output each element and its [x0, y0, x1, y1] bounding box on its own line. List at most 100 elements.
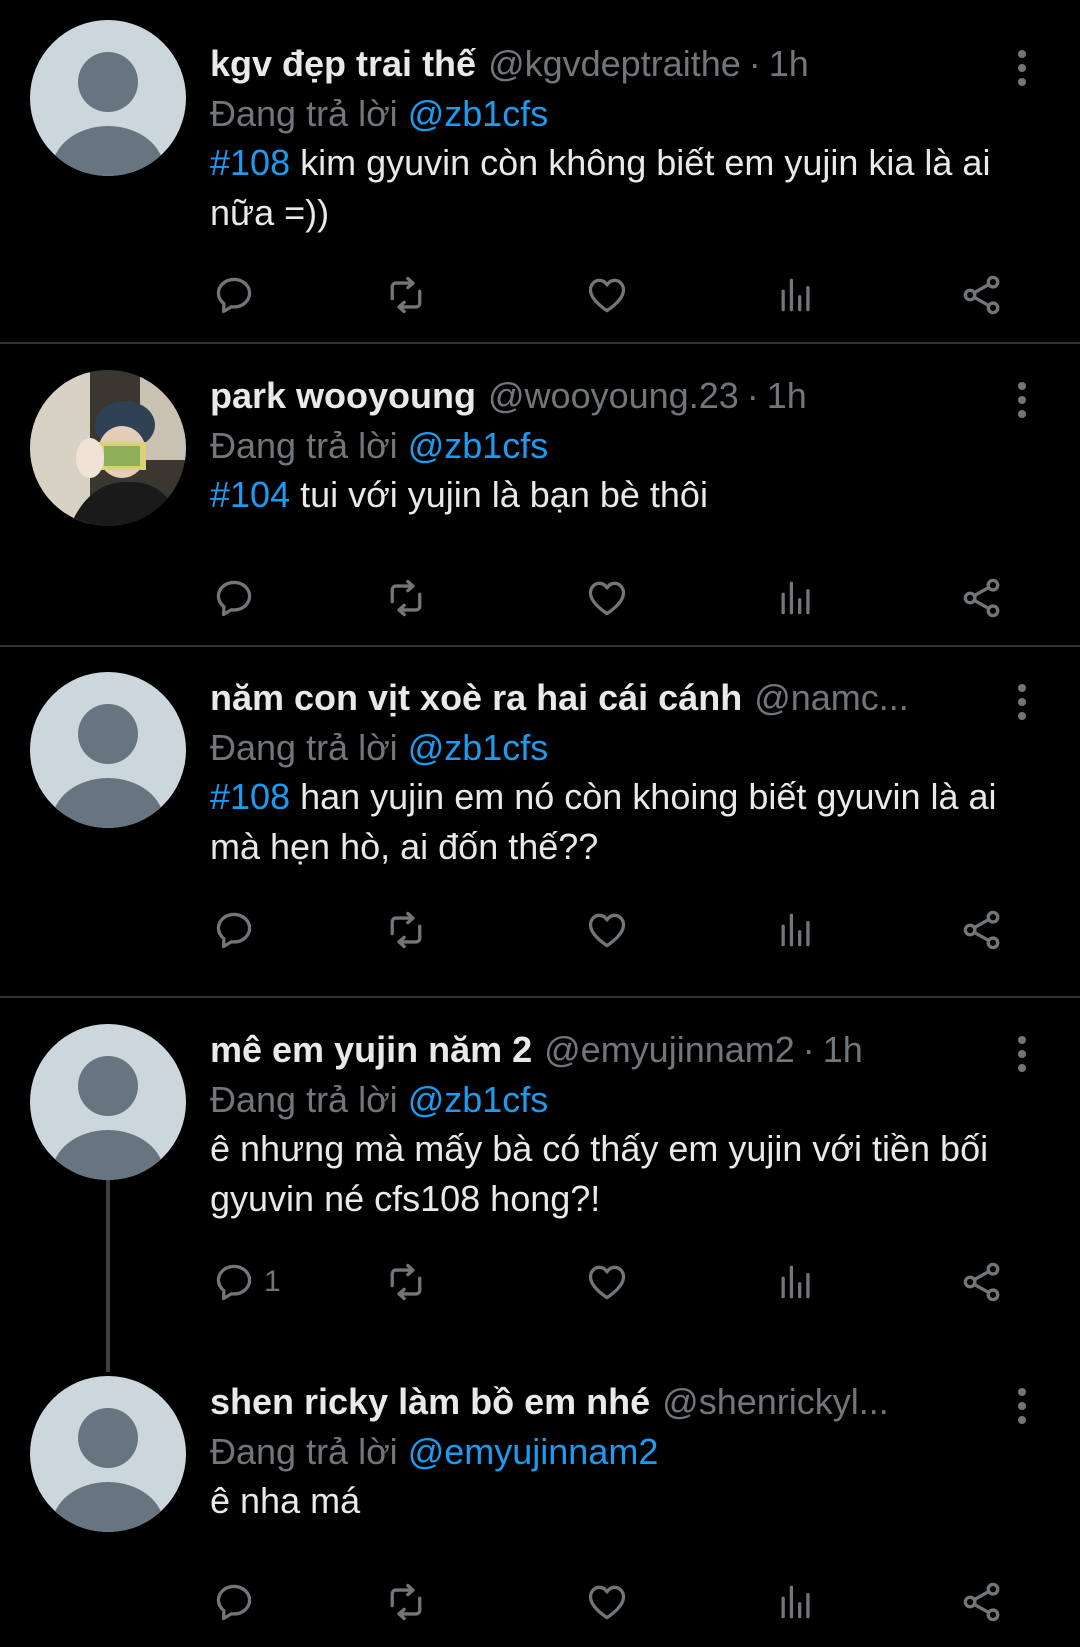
display-name[interactable]: kgv đẹp trai thế — [210, 43, 476, 85]
retweet-button[interactable] — [384, 265, 428, 325]
more-vertical-icon[interactable] — [1012, 380, 1032, 420]
replying-to: Đang trả lời @zb1cfs — [210, 720, 548, 776]
retweet-icon — [390, 911, 422, 949]
views-button[interactable] — [774, 900, 818, 960]
heart-icon — [588, 278, 626, 313]
tweet[interactable]: kgv đẹp trai thế @kgvdeptraithe · 1h Đan… — [0, 20, 1080, 340]
replying-to: Đang trả lời @zb1cfs — [210, 418, 548, 474]
replying-to-label: Đang trả lời — [210, 1431, 398, 1472]
hashtag-link[interactable]: #108 — [210, 142, 290, 183]
hashtag-link[interactable]: #108 — [210, 776, 290, 817]
tweet-header: shen ricky làm bồ em nhé @shenrickyl... — [210, 1374, 889, 1430]
views-icon — [781, 913, 810, 947]
share-button[interactable] — [960, 568, 1004, 628]
tweet[interactable]: năm con vịt xoè ra hai cái cánh @namc...… — [0, 672, 1080, 990]
tweet-actions — [0, 1572, 1080, 1632]
tweet-text: #108 kim gyuvin còn không biết em yujin … — [210, 138, 1050, 238]
replying-to-label: Đang trả lời — [210, 425, 398, 466]
replying-to-mention[interactable]: @zb1cfs — [408, 727, 549, 768]
retweet-button[interactable] — [384, 568, 428, 628]
share-icon — [963, 578, 1000, 618]
replying-to-label: Đang trả lời — [210, 1079, 398, 1120]
share-button[interactable] — [960, 1572, 1004, 1632]
tweet-divider — [0, 996, 1080, 998]
reply-button[interactable] — [212, 568, 264, 628]
reply-icon — [216, 277, 252, 314]
share-button[interactable] — [960, 900, 1004, 960]
user-handle[interactable]: @wooyoung.23 — [488, 375, 739, 417]
reply-icon — [216, 912, 252, 949]
tweet-actions: 1 — [0, 1252, 1080, 1312]
reply-button[interactable] — [212, 900, 264, 960]
tweet[interactable]: park wooyoung @wooyoung.23 · 1h Đang trả… — [0, 370, 1080, 640]
like-button[interactable] — [585, 900, 629, 960]
display-name[interactable]: năm con vịt xoè ra hai cái cánh — [210, 677, 742, 719]
user-avatar-photo[interactable] — [30, 370, 186, 526]
tweet-text: #108 han yujin em nó còn khoing biết gyu… — [210, 772, 1050, 872]
heart-icon — [588, 1585, 626, 1620]
replying-to-label: Đang trả lời — [210, 727, 398, 768]
tweet[interactable]: mê em yujin năm 2 @emyujinnam2 · 1h Đang… — [0, 1024, 1080, 1354]
tweet-header: park wooyoung @wooyoung.23 · 1h — [210, 368, 807, 424]
retweet-button[interactable] — [384, 1572, 428, 1632]
views-button[interactable] — [774, 1572, 818, 1632]
tweet-text-content: ê nha má — [210, 1480, 361, 1521]
views-button[interactable] — [774, 1252, 818, 1312]
views-button[interactable] — [774, 568, 818, 628]
replying-to-mention[interactable]: @zb1cfs — [408, 1079, 549, 1120]
more-vertical-icon[interactable] — [1012, 682, 1032, 722]
views-icon — [781, 1585, 810, 1619]
replying-to: Đang trả lời @emyujinnam2 — [210, 1424, 658, 1480]
display-name[interactable]: shen ricky làm bồ em nhé — [210, 1381, 650, 1423]
like-button[interactable] — [585, 1252, 629, 1312]
views-icon — [781, 1265, 810, 1299]
tweet[interactable]: shen ricky làm bồ em nhé @shenrickyl... … — [0, 1376, 1080, 1647]
tweet-divider — [0, 645, 1080, 647]
default-avatar-icon[interactable] — [30, 672, 186, 828]
tweet-actions — [0, 568, 1080, 628]
views-button[interactable] — [774, 265, 818, 325]
tweet-divider — [0, 342, 1080, 344]
default-avatar-icon[interactable] — [30, 20, 186, 176]
timestamp[interactable]: 1h — [767, 375, 807, 417]
tweet-text-content: ê nhưng mà mấy bà có thấy em yujin với t… — [210, 1128, 989, 1219]
retweet-icon — [390, 1583, 422, 1621]
tweet-text: ê nha má — [210, 1476, 1050, 1526]
share-button[interactable] — [960, 1252, 1004, 1312]
user-handle[interactable]: @emyujinnam2 — [544, 1029, 795, 1071]
default-avatar-icon[interactable] — [30, 1024, 186, 1180]
replying-to-mention[interactable]: @emyujinnam2 — [408, 1431, 659, 1472]
default-avatar-icon[interactable] — [30, 1376, 186, 1532]
display-name[interactable]: park wooyoung — [210, 375, 476, 417]
tweet-header: mê em yujin năm 2 @emyujinnam2 · 1h — [210, 1022, 863, 1078]
reply-icon — [216, 1264, 252, 1301]
more-vertical-icon[interactable] — [1012, 1386, 1032, 1426]
like-button[interactable] — [585, 568, 629, 628]
reply-button[interactable] — [212, 265, 264, 325]
more-vertical-icon[interactable] — [1012, 48, 1032, 88]
retweet-icon — [390, 1263, 422, 1301]
more-vertical-icon[interactable] — [1012, 1034, 1032, 1074]
hashtag-link[interactable]: #104 — [210, 474, 290, 515]
replying-to-mention[interactable]: @zb1cfs — [408, 93, 549, 134]
retweet-button[interactable] — [384, 900, 428, 960]
like-button[interactable] — [585, 265, 629, 325]
timestamp[interactable]: 1h — [823, 1029, 863, 1071]
user-handle[interactable]: @namc... — [754, 677, 909, 719]
tweet-text-content: kim gyuvin còn không biết em yujin kia l… — [210, 142, 991, 233]
reply-button[interactable] — [212, 1572, 264, 1632]
retweet-button[interactable] — [384, 1252, 428, 1312]
share-button[interactable] — [960, 265, 1004, 325]
user-handle[interactable]: @shenrickyl... — [662, 1381, 889, 1423]
display-name[interactable]: mê em yujin năm 2 — [210, 1029, 532, 1071]
retweet-icon — [390, 276, 422, 314]
tweet-actions — [0, 900, 1080, 960]
like-button[interactable] — [585, 1572, 629, 1632]
heart-icon — [588, 913, 626, 948]
share-icon — [963, 910, 1000, 950]
replying-to-mention[interactable]: @zb1cfs — [408, 425, 549, 466]
timestamp[interactable]: 1h — [769, 43, 809, 85]
reply-button[interactable]: 1 — [212, 1252, 281, 1312]
tweet-header: năm con vịt xoè ra hai cái cánh @namc... — [210, 670, 909, 726]
user-handle[interactable]: @kgvdeptraithe — [488, 43, 741, 85]
